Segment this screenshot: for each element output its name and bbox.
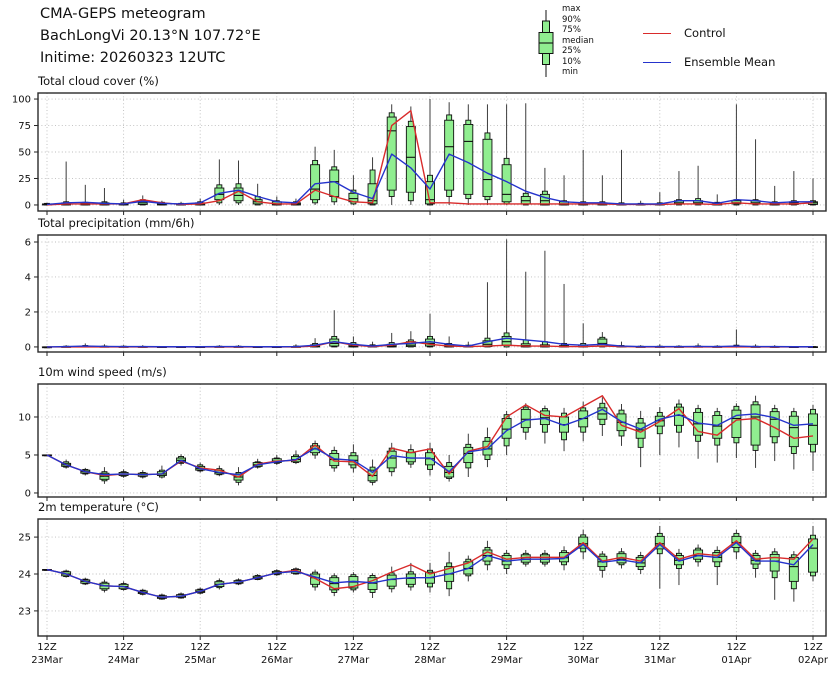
panel-total-precipitation: 0 2 4 6 [25, 235, 826, 356]
svg-text:02Apr: 02Apr [798, 655, 829, 666]
svg-text:23Mar: 23Mar [31, 655, 63, 666]
svg-text:27Mar: 27Mar [338, 655, 370, 666]
legend-min-label: min [562, 67, 594, 78]
svg-text:24: 24 [18, 569, 31, 580]
panel-total-cloud-cover: 0 25 50 75 100 [12, 93, 826, 215]
svg-text:29Mar: 29Mar [491, 655, 523, 666]
panel-wind-speed-10m: 0 5 10 [18, 384, 826, 501]
svg-text:50: 50 [18, 148, 31, 159]
svg-text:12Z: 12Z [727, 642, 747, 653]
svg-text:100: 100 [12, 95, 31, 106]
svg-text:12Z: 12Z [344, 642, 364, 653]
svg-text:25: 25 [18, 174, 31, 185]
svg-text:0: 0 [25, 200, 31, 211]
panel-title-cloud: Total cloud cover (%) [38, 74, 159, 88]
svg-text:10: 10 [18, 412, 31, 423]
svg-text:25: 25 [18, 533, 31, 544]
meteogram-canvas: 02550751000246051023242512Z23Mar12Z24Mar… [0, 0, 840, 680]
control-line-swatch [643, 33, 671, 34]
panel-title-temp: 2m temperature (°C) [38, 500, 159, 514]
svg-text:25Mar: 25Mar [184, 655, 216, 666]
svg-text:12Z: 12Z [37, 642, 57, 653]
svg-text:12Z: 12Z [573, 642, 593, 653]
box-whisker-series [43, 396, 818, 486]
svg-text:12Z: 12Z [650, 642, 670, 653]
ensemble-mean-label: Ensemble Mean [684, 55, 775, 69]
svg-text:31Mar: 31Mar [644, 655, 676, 666]
legend-90-label: 90% [562, 15, 594, 26]
meteogram-page: 02550751000246051023242512Z23Mar12Z24Mar… [0, 0, 840, 680]
svg-text:12Z: 12Z [803, 642, 823, 653]
legend-10-label: 10% [562, 57, 594, 68]
svg-text:6: 6 [25, 237, 31, 248]
svg-text:75: 75 [18, 121, 31, 132]
svg-text:24Mar: 24Mar [108, 655, 140, 666]
app-title: CMA-GEPS meteogram [40, 6, 206, 22]
svg-text:4: 4 [25, 272, 31, 283]
svg-text:0: 0 [25, 488, 31, 499]
boxplot-legend-icon [536, 4, 560, 80]
svg-text:12Z: 12Z [267, 642, 287, 653]
boxplot-legend-labels: max 90% 75% median 25% 10% min [562, 4, 594, 78]
panel-temperature-2m: 23 24 25 [18, 519, 826, 640]
station-title: BachLongVi 20.13°N 107.72°E [40, 28, 261, 44]
svg-text:0: 0 [25, 342, 31, 353]
svg-text:12Z: 12Z [114, 642, 134, 653]
control-label: Control [684, 26, 726, 40]
x-axis-labels: 12Z 23Mar 12Z 24Mar 12Z 25Mar 12Z 26Mar 12Z 27Mar… [31, 642, 829, 666]
svg-text:01Apr: 01Apr [721, 655, 752, 666]
legend-median-label: median [562, 36, 594, 47]
legend-75-label: 75% [562, 25, 594, 36]
legend-entry-ensemble-mean: Ensemble Mean [643, 55, 775, 69]
svg-text:12Z: 12Z [497, 642, 517, 653]
svg-text:12Z: 12Z [420, 642, 440, 653]
svg-text:2: 2 [25, 307, 31, 318]
svg-text:12Z: 12Z [190, 642, 210, 653]
ensemble-mean-line-swatch [643, 62, 671, 63]
svg-text:5: 5 [25, 450, 31, 461]
svg-text:26Mar: 26Mar [261, 655, 293, 666]
svg-text:30Mar: 30Mar [567, 655, 599, 666]
panel-title-precip: Total precipitation (mm/6h) [38, 216, 194, 230]
legend-max-label: max [562, 4, 594, 15]
svg-text:28Mar: 28Mar [414, 655, 446, 666]
svg-text:23: 23 [18, 606, 31, 617]
inittime-label: Initime: 20260323 12UTC [40, 50, 225, 66]
panel-title-wind: 10m wind speed (m/s) [38, 365, 167, 379]
legend-25-label: 25% [562, 46, 594, 57]
legend-entry-control: Control [643, 26, 726, 40]
